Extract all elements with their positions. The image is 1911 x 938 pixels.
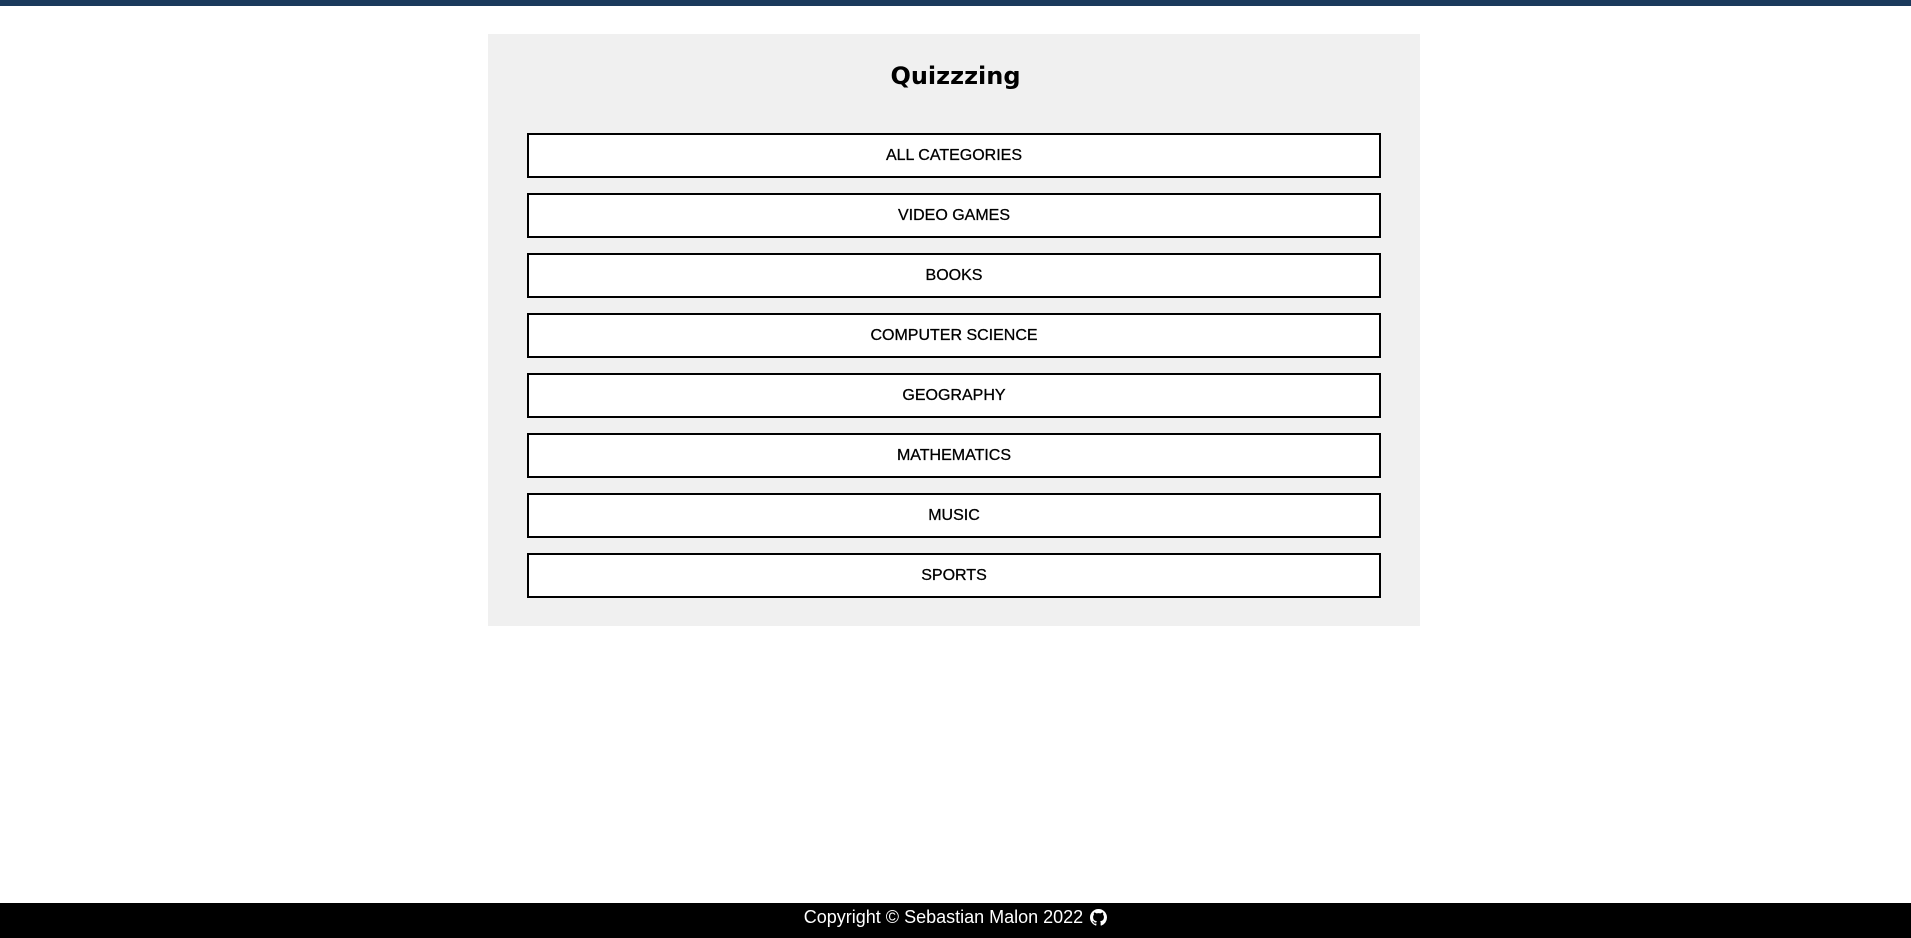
category-list: ALL CATEGORIES VIDEO GAMES BOOKS COMPUTE…: [527, 133, 1381, 613]
top-accent-bar: [0, 0, 1911, 6]
category-button-music[interactable]: MUSIC: [527, 493, 1381, 538]
list-item: COMPUTER SCIENCE: [527, 313, 1381, 358]
list-item: BOOKS: [527, 253, 1381, 298]
category-button-books[interactable]: BOOKS: [527, 253, 1381, 298]
category-button-sports[interactable]: SPORTS: [527, 553, 1381, 598]
list-item: GEOGRAPHY: [527, 373, 1381, 418]
list-item: MUSIC: [527, 493, 1381, 538]
category-button-computer-science[interactable]: COMPUTER SCIENCE: [527, 313, 1381, 358]
footer: Copyright © Sebastian Malon 2022: [0, 903, 1911, 938]
category-button-all-categories[interactable]: ALL CATEGORIES: [527, 133, 1381, 178]
list-item: MATHEMATICS: [527, 433, 1381, 478]
list-item: VIDEO GAMES: [527, 193, 1381, 238]
copyright-text: Copyright © Sebastian Malon 2022: [803, 906, 1084, 927]
category-button-geography[interactable]: GEOGRAPHY: [527, 373, 1381, 418]
list-item: SPORTS: [527, 553, 1381, 598]
category-button-video-games[interactable]: VIDEO GAMES: [527, 193, 1381, 238]
page-title: Quizzzing: [890, 62, 1021, 90]
category-button-mathematics[interactable]: MATHEMATICS: [527, 433, 1381, 478]
list-item: ALL CATEGORIES: [527, 133, 1381, 178]
github-icon[interactable]: [1090, 907, 1108, 926]
